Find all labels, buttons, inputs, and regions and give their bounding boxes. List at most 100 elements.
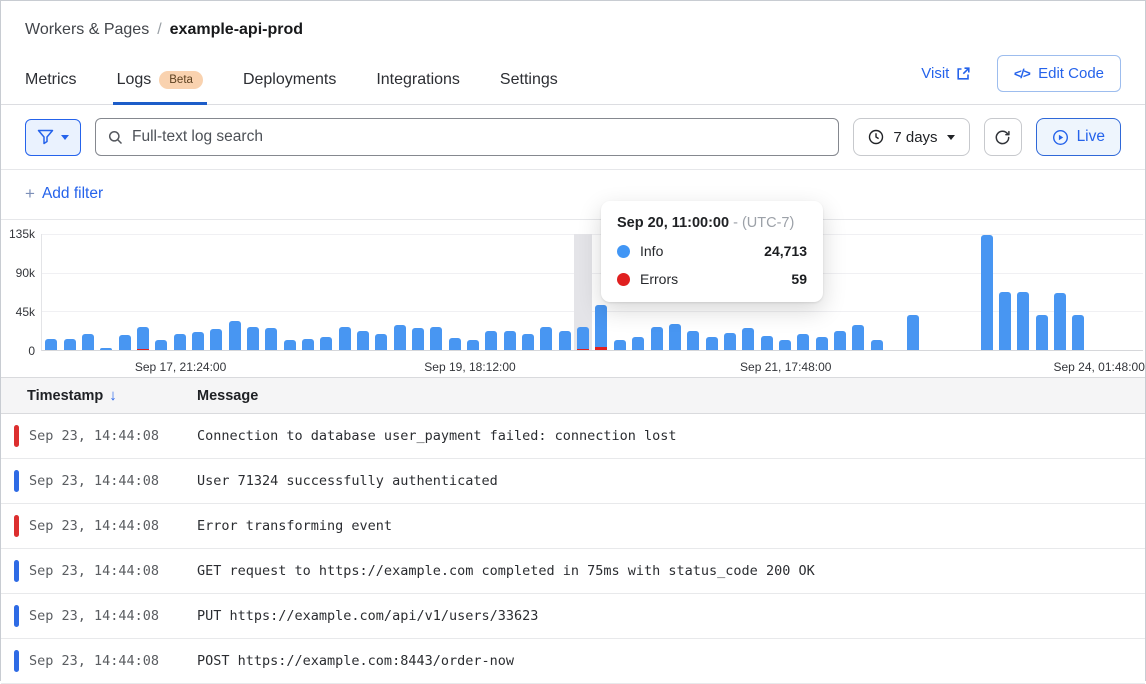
filter-dropdown-button[interactable] — [25, 119, 81, 156]
tab-actions: Visit </> Edit Code — [921, 55, 1121, 104]
chart-bar-slot[interactable] — [941, 234, 959, 350]
info-bar-segment — [999, 292, 1011, 350]
chart-bar-slot[interactable] — [134, 234, 152, 350]
chart-bar-slot[interactable] — [262, 234, 280, 350]
info-bar-segment — [394, 325, 406, 350]
chart-bar-slot[interactable] — [1051, 234, 1069, 350]
add-filter-button[interactable]: + Add filter — [25, 184, 103, 204]
info-bar-segment — [871, 340, 883, 350]
time-range-dropdown[interactable]: 7 days — [853, 118, 969, 156]
chart-bar-slot[interactable] — [60, 234, 78, 350]
search-input[interactable] — [132, 128, 826, 146]
tab-deployments[interactable]: Deployments — [243, 71, 336, 104]
tab-label: Metrics — [25, 71, 77, 89]
chart-bar-slot[interactable] — [115, 234, 133, 350]
chart-bar-slot[interactable] — [849, 234, 867, 350]
chart-tooltip: Sep 20, 11:00:00 - (UTC-7) Info24,713Err… — [601, 201, 823, 302]
edit-code-button[interactable]: </> Edit Code — [997, 55, 1121, 92]
chart-bar-slot[interactable] — [537, 234, 555, 350]
table-row[interactable]: Sep 23, 14:44:08POST https://example.com… — [1, 639, 1145, 684]
info-bar-segment — [100, 348, 112, 350]
chart-bar-slot[interactable] — [886, 234, 904, 350]
chart-bar-slot[interactable] — [1124, 234, 1142, 350]
info-bar-segment — [559, 331, 571, 350]
severity-indicator-info — [14, 650, 19, 672]
info-bar-segment — [1036, 315, 1048, 350]
table-header: Timestamp ↓ Message — [1, 378, 1145, 414]
chart-bar-slot[interactable] — [556, 234, 574, 350]
table-row[interactable]: Sep 23, 14:44:08Connection to database u… — [1, 414, 1145, 459]
chart-bar-slot[interactable] — [207, 234, 225, 350]
chart-bar-slot[interactable] — [1069, 234, 1087, 350]
chart-bar-slot[interactable] — [97, 234, 115, 350]
chart-bar-slot[interactable] — [1106, 234, 1124, 350]
info-bar-segment — [522, 334, 534, 350]
column-header-timestamp[interactable]: Timestamp ↓ — [27, 387, 197, 404]
table-row[interactable]: Sep 23, 14:44:08GET request to https://e… — [1, 549, 1145, 594]
severity-indicator-info — [14, 470, 19, 492]
chart-bar-slot[interactable] — [189, 234, 207, 350]
info-bar-segment — [1054, 293, 1066, 350]
chart-bar-slot[interactable] — [170, 234, 188, 350]
refresh-icon — [994, 129, 1011, 146]
chart-bar-slot[interactable] — [519, 234, 537, 350]
chart-bar-slot[interactable] — [42, 234, 60, 350]
info-bar-segment — [155, 340, 167, 350]
chart-bar-slot[interactable] — [79, 234, 97, 350]
chart-bar-slot[interactable] — [904, 234, 922, 350]
table-row[interactable]: Sep 23, 14:44:08User 71324 successfully … — [1, 459, 1145, 504]
info-dot-icon — [617, 245, 630, 258]
chart-bar-slot[interactable] — [372, 234, 390, 350]
log-table: Timestamp ↓ Message Sep 23, 14:44:08Conn… — [1, 377, 1145, 684]
chart-bar-slot[interactable] — [446, 234, 464, 350]
table-row[interactable]: Sep 23, 14:44:08PUT https://example.com/… — [1, 594, 1145, 639]
live-button[interactable]: Live — [1036, 118, 1121, 156]
chart-bar-slot[interactable] — [317, 234, 335, 350]
breadcrumb-section[interactable]: Workers & Pages — [25, 21, 149, 39]
tab-integrations[interactable]: Integrations — [376, 71, 460, 104]
chart-bar-slot[interactable] — [280, 234, 298, 350]
tooltip-title: Sep 20, 11:00:00 - (UTC-7) — [617, 215, 807, 231]
chart-bar-slot[interactable] — [244, 234, 262, 350]
table-row[interactable]: Sep 23, 14:44:08Error transforming event — [1, 504, 1145, 549]
log-message: Error transforming event — [197, 518, 392, 534]
tab-logs[interactable]: LogsBeta — [117, 71, 203, 104]
chart-bar-slot[interactable] — [336, 234, 354, 350]
tooltip-rows: Info24,713Errors59 — [617, 243, 807, 287]
chevron-down-icon — [947, 135, 955, 140]
chart-bar-slot[interactable] — [1014, 234, 1032, 350]
log-message: POST https://example.com:8443/order-now — [197, 653, 514, 669]
tab-settings[interactable]: Settings — [500, 71, 558, 104]
x-tick-label: Sep 19, 18:12:00 — [424, 360, 515, 374]
chart-bar-slot[interactable] — [427, 234, 445, 350]
chart-bar-slot[interactable] — [354, 234, 372, 350]
chart-bar-slot[interactable] — [959, 234, 977, 350]
chart-bar-slot[interactable] — [299, 234, 317, 350]
visit-link[interactable]: Visit — [921, 65, 971, 82]
chart-bar-slot[interactable] — [923, 234, 941, 350]
severity-indicator-error — [14, 515, 19, 537]
chart-bar-slot[interactable] — [391, 234, 409, 350]
chart-bar-slot[interactable] — [225, 234, 243, 350]
chart-bar-slot[interactable] — [464, 234, 482, 350]
tooltip-series-label: Info — [640, 243, 663, 259]
code-icon: </> — [1014, 66, 1031, 81]
edit-code-label: Edit Code — [1038, 65, 1104, 82]
tab-metrics[interactable]: Metrics — [25, 71, 77, 104]
chart-bar-slot[interactable] — [409, 234, 427, 350]
chart-bar-slot[interactable] — [501, 234, 519, 350]
info-bar-segment — [449, 338, 461, 350]
chart-bar-slot[interactable] — [996, 234, 1014, 350]
chart-bar-slot[interactable] — [831, 234, 849, 350]
chart-bar-slot[interactable] — [482, 234, 500, 350]
live-label: Live — [1077, 128, 1105, 146]
info-bar-segment — [284, 340, 296, 350]
chart-bar-slot[interactable] — [152, 234, 170, 350]
refresh-button[interactable] — [984, 118, 1022, 156]
chart-bar-slot[interactable] — [1033, 234, 1051, 350]
chart-bar-slot[interactable] — [1088, 234, 1106, 350]
chart-bar-slot[interactable] — [978, 234, 996, 350]
play-circle-icon — [1052, 129, 1069, 146]
chart-bar-slot[interactable] — [867, 234, 885, 350]
chart-bar-slot[interactable] — [574, 234, 592, 350]
